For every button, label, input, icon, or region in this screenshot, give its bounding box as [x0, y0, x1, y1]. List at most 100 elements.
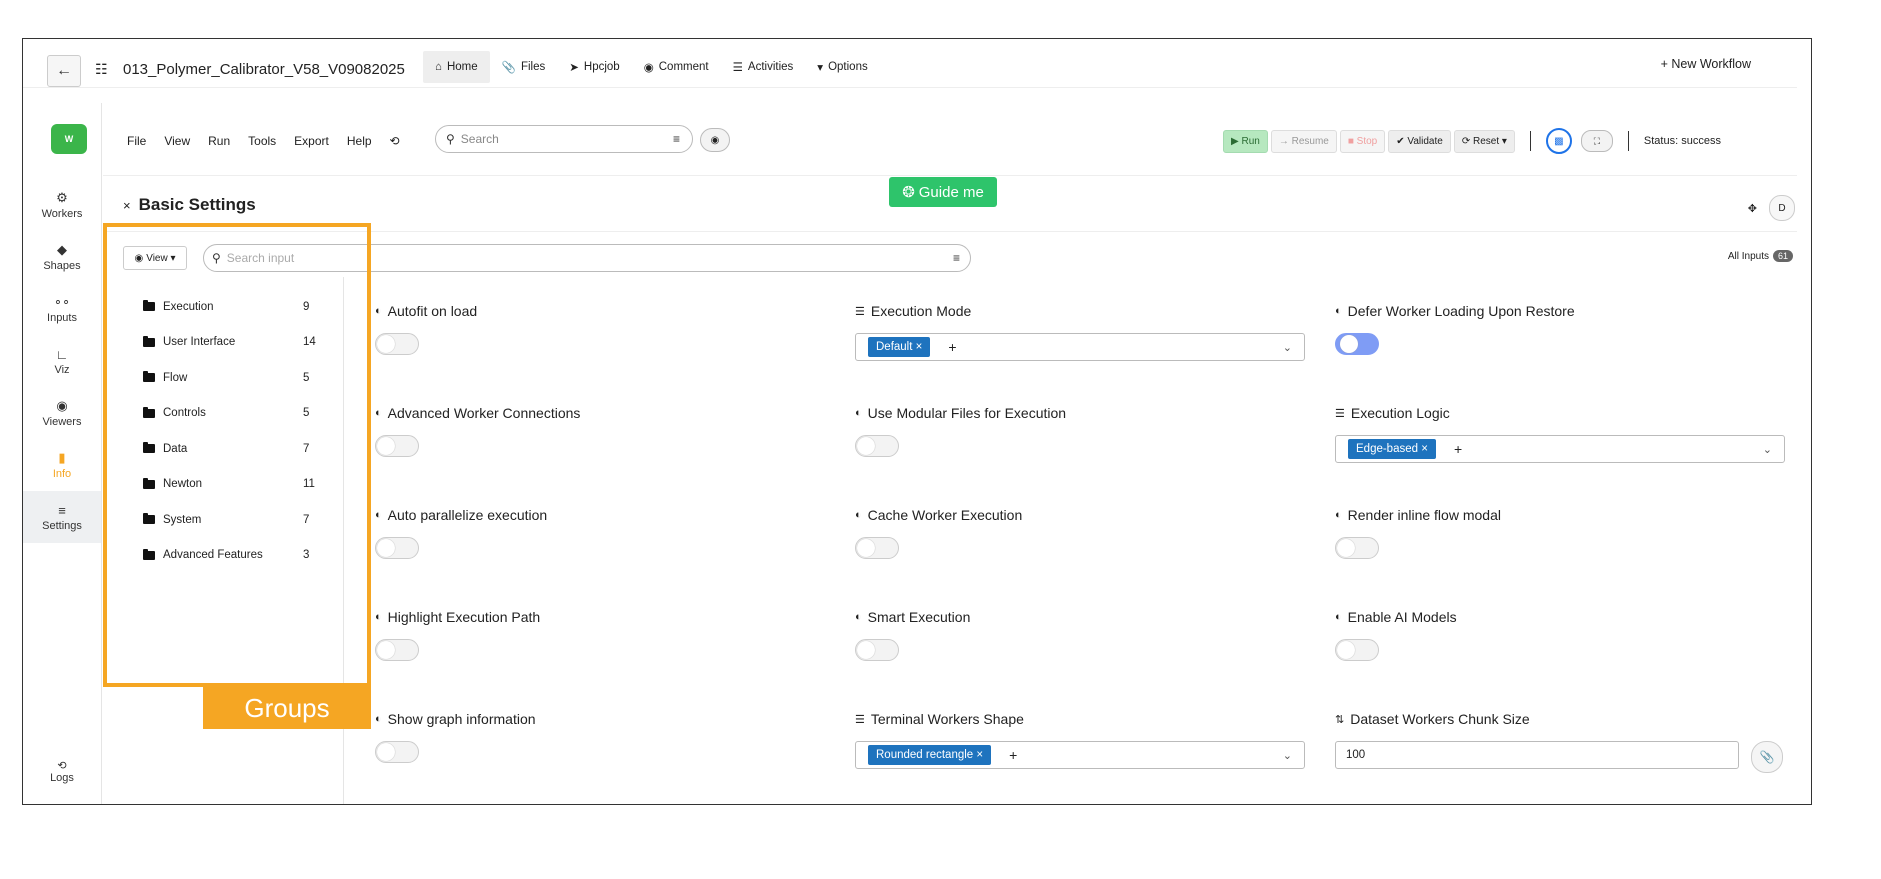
tab-label: Files [520, 61, 546, 73]
modular-files-toggle[interactable] [855, 435, 899, 457]
list-icon: ☰ [732, 62, 743, 74]
list-icon: ☰ [855, 713, 865, 726]
history-icon[interactable]: ⟲ [390, 134, 400, 148]
close-icon[interactable]: × [123, 198, 131, 213]
selected-chip[interactable]: Default × [868, 337, 931, 357]
setting-label: Defer Worker Loading Upon Restore [1347, 303, 1575, 319]
d-button[interactable]: D [1769, 195, 1795, 221]
defer-loading-toggle[interactable] [1335, 333, 1379, 355]
global-search-input[interactable]: ⚲ Search ≡ [435, 125, 693, 153]
tab-comment[interactable]: ◉ Comment [632, 50, 721, 84]
setting-show-graph: ◐ Show graph information [375, 711, 536, 763]
sidebar-item-workers[interactable]: ⚙ Workers [23, 179, 101, 231]
highlight-path-toggle[interactable] [375, 639, 419, 661]
resume-button[interactable]: → Resume [1270, 129, 1337, 153]
chart-icon: ∟ [55, 346, 69, 362]
stop-button[interactable]: ■ Stop [1339, 129, 1386, 153]
tab-label: Activities [747, 61, 794, 73]
chevron-down-icon[interactable]: ⌄ [1283, 341, 1292, 354]
tab-files[interactable]: 📎 Files [490, 50, 558, 84]
render-inline-toggle[interactable] [1335, 537, 1379, 559]
lifebuoy-icon: ❂ [902, 184, 915, 201]
toggle-icon: ◐ [375, 611, 382, 623]
setting-modular-files: ◐ Use Modular Files for Execution [855, 405, 1066, 457]
status-text: Status: success [1643, 135, 1721, 147]
enable-ai-toggle[interactable] [1335, 639, 1379, 661]
validate-label: Validate [1407, 135, 1443, 147]
guide-me-button[interactable]: ❂ Guide me [889, 177, 997, 207]
menu-run[interactable]: Run [208, 134, 230, 148]
validate-button[interactable]: ✔ Validate [1388, 129, 1451, 153]
setting-label: Autofit on load [387, 303, 478, 319]
groups-annotation-label: Groups [203, 687, 371, 729]
sidebar-item-label: Viewers [42, 416, 82, 428]
filter-icon[interactable]: ≡ [953, 251, 960, 265]
add-icon[interactable]: + [1454, 441, 1462, 457]
all-inputs-text: All Inputs [1727, 250, 1769, 262]
menu-file[interactable]: File [127, 134, 146, 148]
run-button[interactable]: ▶ Run [1223, 129, 1268, 153]
add-icon[interactable]: + [1009, 747, 1017, 763]
stats-icon[interactable]: ▩ [1545, 128, 1572, 154]
selected-chip[interactable]: Rounded rectangle × [868, 745, 992, 765]
adv-connections-toggle[interactable] [375, 435, 419, 457]
logs-button[interactable]: ⟲ Logs [23, 759, 101, 784]
tab-options[interactable]: ▾ Options [805, 50, 879, 84]
fullscreen-button[interactable]: ⛶ [1580, 130, 1613, 152]
show-graph-toggle[interactable] [375, 741, 419, 763]
menu-view[interactable]: View [164, 134, 190, 148]
setting-enable-ai: ◐ Enable AI Models [1335, 609, 1457, 661]
attach-button[interactable]: 📎 [1751, 741, 1783, 773]
gear-icon: ⚙ [56, 190, 68, 205]
caret-down-icon: ▾ [817, 62, 824, 74]
tab-activities[interactable]: ☰ Activities [721, 50, 806, 84]
toggle-icon: ◐ [1335, 305, 1342, 317]
move-icon[interactable]: ✥ [1748, 202, 1757, 215]
list-icon: ☰ [1335, 407, 1345, 420]
toggle-icon: ◐ [375, 305, 382, 317]
tab-hpcjob[interactable]: ➤ Hpcjob [557, 50, 631, 84]
chevron-down-icon[interactable]: ⌄ [1763, 443, 1772, 456]
setting-highlight-path: ◐ Highlight Execution Path [375, 609, 540, 661]
autofit-toggle[interactable] [375, 333, 419, 355]
sidebar-item-info[interactable]: ▮ Info [23, 439, 101, 491]
sidebar-item-viz[interactable]: ∟ Viz [23, 335, 101, 387]
toggle-icon: ◐ [375, 407, 382, 419]
tab-home[interactable]: ⌂ Home [423, 51, 490, 83]
chevron-down-icon[interactable]: ⌄ [1283, 749, 1292, 762]
menu-export[interactable]: Export [294, 134, 329, 148]
reset-button[interactable]: ⟳ Reset ▾ [1453, 129, 1515, 153]
sidebar-item-label: Viz [54, 363, 70, 376]
execution-mode-select[interactable]: Default × + ⌄ [855, 333, 1305, 361]
sort-icon: ⇅ [1335, 713, 1345, 726]
smart-exec-toggle[interactable] [855, 639, 899, 661]
menu-help[interactable]: Help [347, 134, 372, 148]
chunk-size-input[interactable]: 100 [1335, 741, 1739, 769]
eye-icon: ◉ [56, 398, 68, 413]
menu-tools[interactable]: Tools [248, 134, 276, 148]
refresh-icon: ⟳ [1461, 135, 1473, 147]
terminal-shape-select[interactable]: Rounded rectangle × + ⌄ [855, 741, 1305, 769]
auto-parallel-toggle[interactable] [375, 537, 419, 559]
add-icon[interactable]: + [948, 339, 956, 355]
sidebar-item-shapes[interactable]: ◆ Shapes [23, 231, 101, 283]
setting-cache-exec: ◐ Cache Worker Execution [855, 507, 1022, 559]
paperclip-icon: 📎 [1759, 750, 1775, 764]
left-sidebar: ⚙ Workers ◆ Shapes ∘∘ Inputs ∟ Viz ◉ Viewers … [23, 179, 101, 543]
sidebar-item-label: Inputs [47, 312, 77, 324]
setting-label: Advanced Worker Connections [387, 405, 581, 421]
selected-chip[interactable]: Edge-based × [1348, 439, 1436, 459]
filter-icon[interactable]: ≡ [673, 132, 680, 146]
groups-highlight-box [103, 223, 371, 687]
sidebar-item-viewers[interactable]: ◉ Viewers [23, 387, 101, 439]
sidebar-item-settings[interactable]: ≡ Settings [23, 491, 101, 543]
execution-logic-select[interactable]: Edge-based × + ⌄ [1335, 435, 1785, 463]
cache-exec-toggle[interactable] [855, 537, 899, 559]
camera-button[interactable]: ◉ [700, 128, 730, 152]
sidebar-item-inputs[interactable]: ∘∘ Inputs [23, 283, 101, 335]
new-workflow-button[interactable]: + New Workflow [1661, 57, 1751, 71]
panel-header-actions: ✥ D [1748, 195, 1795, 221]
back-button[interactable]: ← [47, 55, 81, 87]
file-icon: ▮ [58, 450, 66, 465]
count-badge: 61 [1772, 250, 1793, 262]
